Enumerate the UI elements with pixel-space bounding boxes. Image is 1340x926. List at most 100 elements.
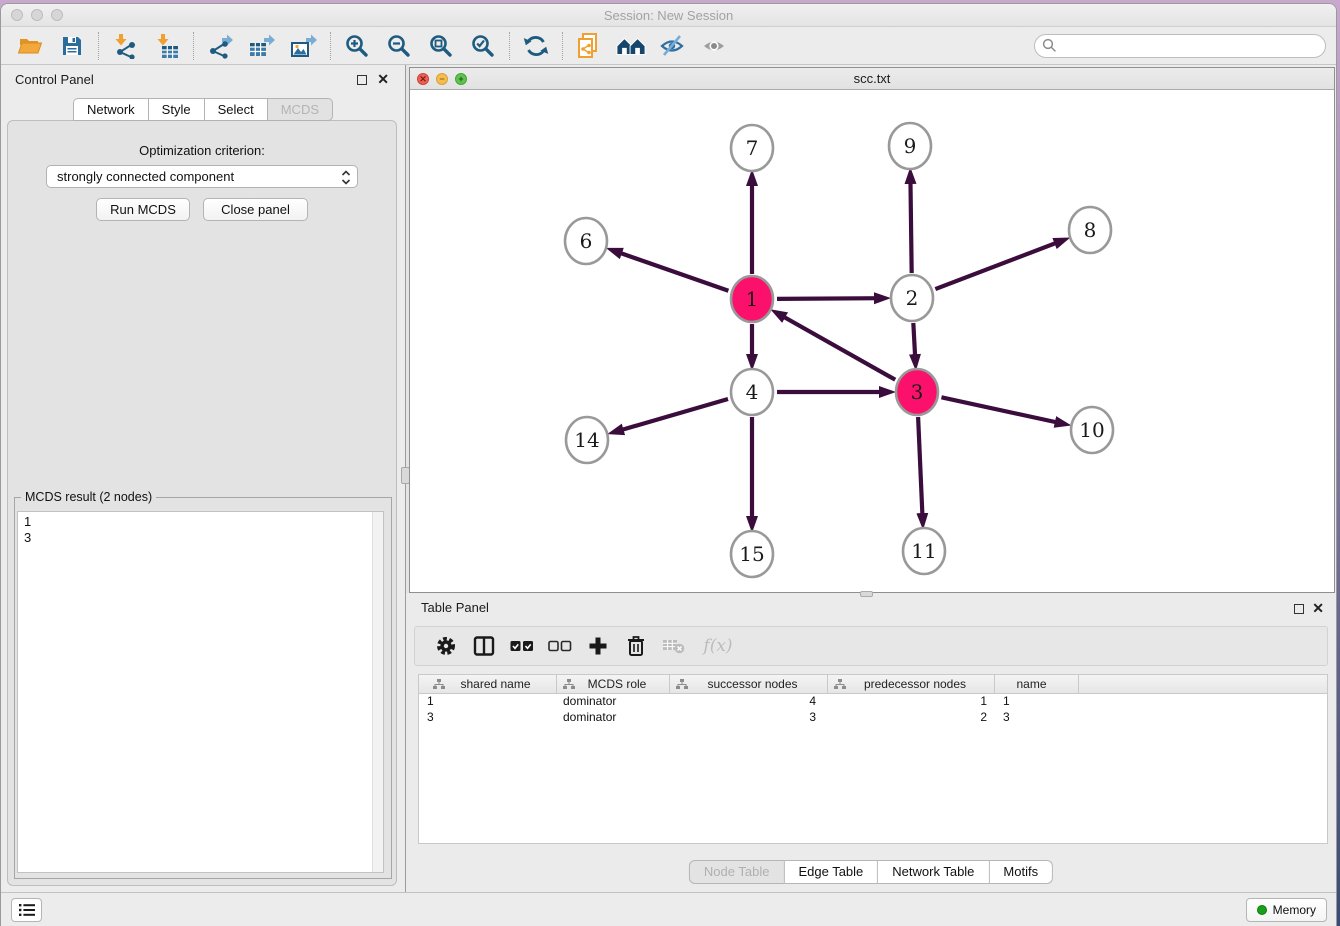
- graph-edge-3-10[interactable]: [941, 397, 1062, 423]
- horizontal-splitter-grip[interactable]: [860, 591, 873, 597]
- close-table-panel-icon[interactable]: ✕: [1312, 600, 1324, 617]
- tab-style[interactable]: Style: [149, 98, 205, 121]
- network-view-window: ✕ − + scc.txt 7968124314101511: [409, 67, 1335, 593]
- export-network-icon[interactable]: [205, 31, 235, 61]
- table-toolbar: f(x): [414, 626, 1328, 666]
- table-panel-title: Table Panel: [421, 600, 489, 615]
- graph-node-label-15: 15: [739, 542, 764, 566]
- column-header-predecessor-nodes[interactable]: predecessor nodes: [828, 675, 995, 693]
- graph-node-label-14: 14: [574, 428, 599, 452]
- memory-button[interactable]: Memory: [1246, 898, 1327, 922]
- delete-column-icon[interactable]: [623, 633, 649, 659]
- select-all-checks-icon[interactable]: [509, 633, 535, 659]
- zoom-selected-icon[interactable]: [468, 31, 498, 61]
- select-stepper-icon: [340, 169, 352, 192]
- flatten-icon: [834, 679, 846, 690]
- list-icon: [18, 902, 36, 918]
- result-scrollbar[interactable]: [372, 512, 383, 872]
- mcds-result-list[interactable]: 1 3: [17, 511, 384, 873]
- mcds-result-title: MCDS result (2 nodes): [21, 490, 156, 504]
- save-session-icon[interactable]: [57, 31, 87, 61]
- graph-edge-1-2[interactable]: [777, 298, 882, 299]
- toolbar-separator: [509, 32, 510, 60]
- network-from-selection-icon[interactable]: [574, 31, 604, 61]
- graph-node-label-3: 3: [911, 380, 924, 404]
- settings-gear-icon[interactable]: [433, 633, 459, 659]
- import-network-icon[interactable]: [110, 31, 140, 61]
- optimization-criterion-label: Optimization criterion:: [8, 143, 396, 158]
- search-field[interactable]: [1034, 34, 1326, 58]
- zoom-out-icon[interactable]: [384, 31, 414, 61]
- flatten-icon: [676, 679, 688, 690]
- graph-edge-1-6[interactable]: [614, 251, 728, 291]
- control-panel: Control Panel ✕ Network Style Select MCD…: [1, 65, 405, 892]
- main-toolbar: [1, 27, 1336, 65]
- hide-details-icon[interactable]: [658, 31, 688, 61]
- toolbar-separator: [562, 32, 563, 60]
- graph-node-label-10: 10: [1079, 418, 1104, 442]
- table-row[interactable]: 1 dominator 4 1 1: [419, 694, 1327, 710]
- float-panel-icon[interactable]: [357, 75, 367, 85]
- float-table-panel-icon[interactable]: [1294, 604, 1304, 614]
- delete-table-icon: [661, 633, 687, 659]
- application-window: Session: New Session: [0, 3, 1337, 926]
- home-layout-icon[interactable]: [616, 31, 646, 61]
- add-column-icon[interactable]: [585, 633, 611, 659]
- graph-edge-3-1[interactable]: [778, 314, 895, 380]
- mcds-panel: Optimization criterion: strongly connect…: [7, 120, 397, 886]
- refresh-icon[interactable]: [521, 31, 551, 61]
- export-image-icon[interactable]: [289, 31, 319, 61]
- network-title: scc.txt: [410, 68, 1334, 90]
- table-row[interactable]: 3 dominator 3 2 3: [419, 710, 1327, 726]
- column-header-shared-name[interactable]: shared name: [419, 675, 557, 693]
- column-header-mcds-role[interactable]: MCDS role: [557, 675, 670, 693]
- memory-status-icon: [1257, 905, 1267, 915]
- tab-network-table[interactable]: Network Table: [878, 860, 989, 884]
- graph-edge-4-14[interactable]: [616, 399, 728, 432]
- run-mcds-button[interactable]: Run MCDS: [96, 198, 190, 221]
- tab-node-table[interactable]: Node Table: [689, 860, 785, 884]
- result-item[interactable]: 1: [24, 514, 383, 530]
- toolbar-separator: [193, 32, 194, 60]
- search-icon: [1042, 38, 1057, 53]
- network-graph[interactable]: 7968124314101511: [410, 90, 1334, 592]
- flatten-icon: [563, 679, 575, 690]
- tab-motifs[interactable]: Motifs: [989, 860, 1053, 884]
- flatten-icon: [433, 679, 445, 690]
- column-header-successor-nodes[interactable]: successor nodes: [670, 675, 828, 693]
- graph-node-label-6: 6: [580, 229, 593, 253]
- graph-node-label-8: 8: [1084, 218, 1097, 242]
- export-table-icon[interactable]: [247, 31, 277, 61]
- show-details-icon[interactable]: [700, 31, 730, 61]
- function-builder-icon: f(x): [699, 633, 737, 659]
- zoom-in-icon[interactable]: [342, 31, 372, 61]
- close-panel-button[interactable]: Close panel: [203, 198, 308, 221]
- tab-mcds[interactable]: MCDS: [268, 98, 333, 121]
- tab-edge-table[interactable]: Edge Table: [784, 860, 878, 884]
- graph-node-label-2: 2: [906, 286, 919, 310]
- tab-network[interactable]: Network: [73, 98, 149, 121]
- result-item[interactable]: 3: [24, 530, 383, 546]
- column-header-name[interactable]: name: [995, 675, 1079, 693]
- task-history-button[interactable]: [11, 898, 42, 922]
- open-session-icon[interactable]: [15, 31, 45, 61]
- close-panel-icon[interactable]: ✕: [377, 71, 389, 88]
- table-panel: Table Panel ✕: [406, 593, 1336, 892]
- network-window-titlebar[interactable]: ✕ − + scc.txt: [410, 68, 1334, 90]
- zoom-fit-icon[interactable]: [426, 31, 456, 61]
- search-input[interactable]: [1057, 36, 1325, 56]
- import-table-icon[interactable]: [152, 31, 182, 61]
- graph-edge-3-11[interactable]: [918, 417, 923, 521]
- graph-edge-2-8[interactable]: [935, 241, 1062, 289]
- control-panel-title: Control Panel: [15, 72, 94, 87]
- show-column-panel-icon[interactable]: [471, 633, 497, 659]
- mcds-result-group: MCDS result (2 nodes) 1 3: [14, 497, 392, 879]
- toolbar-separator: [330, 32, 331, 60]
- graph-edge-2-9[interactable]: [910, 176, 911, 273]
- criterion-select[interactable]: strongly connected component: [46, 165, 358, 188]
- deselect-all-checks-icon[interactable]: [547, 633, 573, 659]
- tab-select[interactable]: Select: [205, 98, 268, 121]
- control-panel-tabs: Network Style Select MCDS: [73, 98, 333, 121]
- graph-edge-2-3[interactable]: [913, 323, 915, 362]
- graph-node-label-4: 4: [746, 380, 759, 404]
